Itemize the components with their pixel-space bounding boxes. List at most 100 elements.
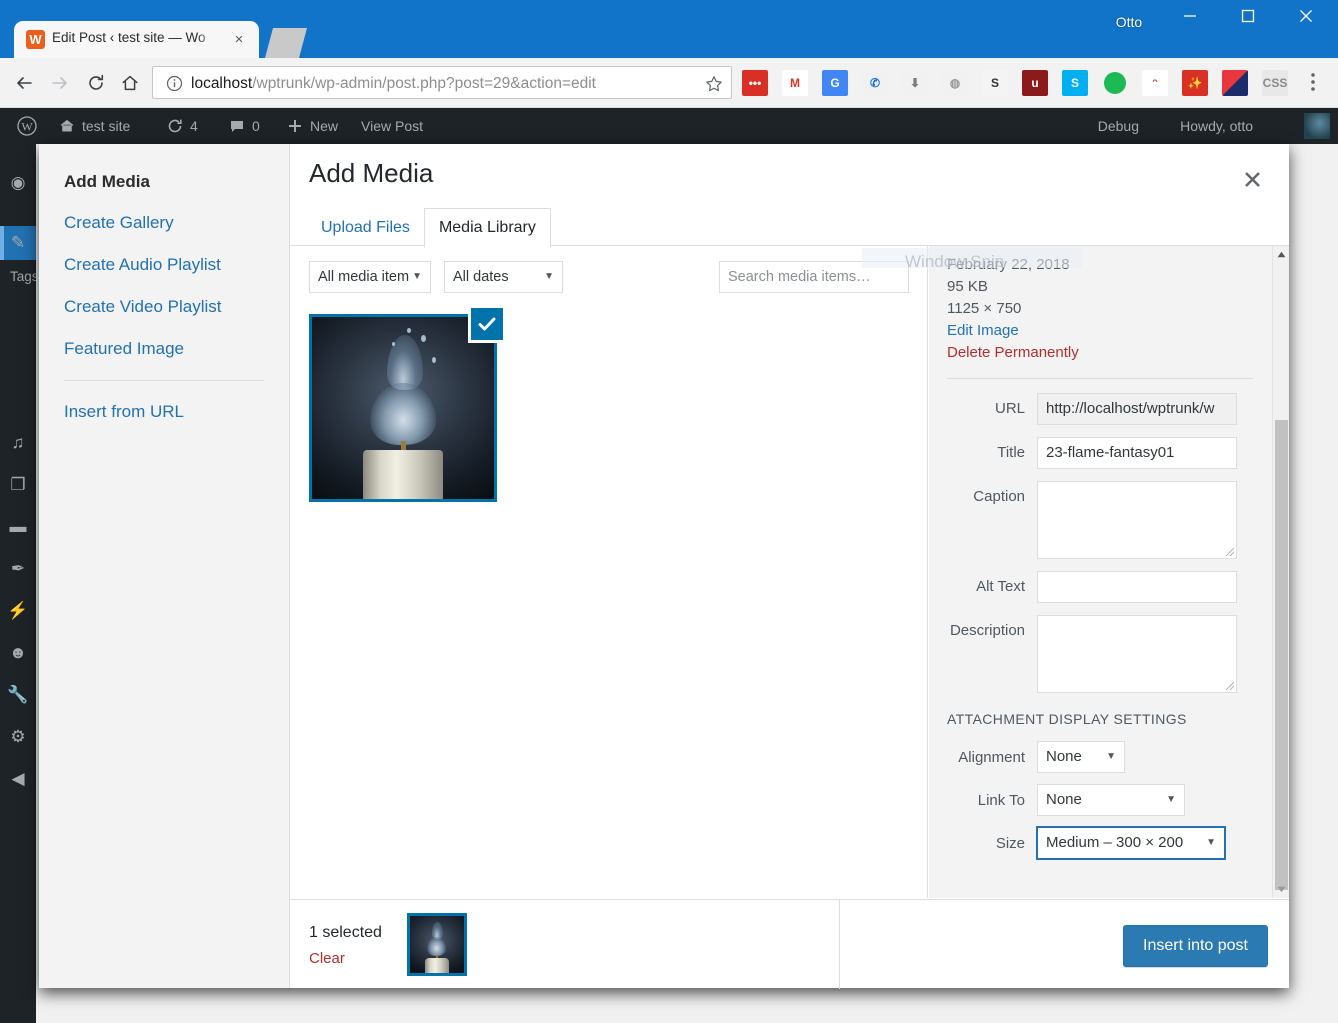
wordpress-logo-icon[interactable]: W (8, 108, 46, 144)
adminbar-comments[interactable]: 0 (220, 108, 269, 144)
caption-field[interactable] (1037, 481, 1237, 559)
cat-extension[interactable]: ᵔ (1142, 70, 1168, 96)
date-filter[interactable]: All dates ▼ (444, 261, 563, 293)
modal-footer: 1 selected Clear Insert into post (290, 899, 1289, 989)
alignment-select[interactable]: None ▼ (1037, 741, 1125, 773)
caption-field-label: Caption (973, 488, 1025, 505)
appearance-icon: ✒ (10, 559, 26, 578)
adminbar-view-post[interactable]: View Post (352, 108, 432, 144)
skype-extension[interactable]: S (1062, 70, 1088, 96)
google-translate-extension[interactable]: G (822, 70, 848, 96)
sidebar-subitem-tags[interactable]: Tags (0, 262, 36, 292)
chevron-down-icon: ▼ (412, 271, 422, 282)
title-field[interactable]: 23-flame-fantasy01 (1037, 437, 1237, 469)
new-tab-button[interactable] (265, 28, 307, 58)
magic-wand-extension[interactable]: ✨ (1182, 70, 1208, 96)
home-icon[interactable] (114, 67, 146, 99)
sidebar-item-plugins[interactable]: ⚡ (0, 594, 36, 628)
sidebar-item-settings[interactable]: ⚙ (0, 720, 36, 754)
media-type-filter[interactable]: All media item ▼ (309, 261, 431, 293)
attachment-item[interactable] (304, 305, 506, 507)
title-field-label: Title (997, 444, 1025, 461)
field-row-caption: Caption (947, 481, 1253, 559)
tab-upload-files[interactable]: Upload Files (307, 209, 424, 247)
sidebar-item-featured-image[interactable]: Featured Image (39, 328, 289, 370)
sidebar-item-insert-from-url[interactable]: Insert from URL (39, 391, 289, 433)
media-type-filter-value: All media item (318, 269, 410, 285)
selection-thumbnail[interactable] (407, 913, 467, 976)
sidebar-item-appearance[interactable]: ✒ (0, 552, 36, 586)
triangle-extension[interactable] (1222, 70, 1248, 96)
delete-permanently-link[interactable]: Delete Permanently (947, 342, 1253, 364)
chrome-menu-icon[interactable] (1303, 68, 1325, 98)
avatar[interactable] (1304, 113, 1330, 139)
css-extension[interactable]: CSS (1262, 70, 1288, 96)
modal-sidebar-menu: Add Media Create Gallery Create Audio Pl… (39, 144, 290, 988)
s-extension[interactable]: S (982, 70, 1008, 96)
edit-image-link[interactable]: Edit Image (947, 320, 1253, 342)
adminbar-new[interactable]: New (278, 108, 347, 144)
sidebar-item-tools[interactable]: 🔧 (0, 678, 36, 712)
sidebar-item-comments[interactable]: ▬ (0, 510, 36, 544)
phone-extension[interactable]: ✆ (862, 70, 888, 96)
adminbar-site-name[interactable]: test site (50, 108, 139, 144)
tab-media-library[interactable]: Media Library (423, 208, 551, 248)
add-media-modal: Add Media Create Gallery Create Audio Pl… (39, 144, 1289, 989)
sidebar-item-collapse-menu[interactable]: ◀ (0, 762, 36, 796)
attachment-details-scroll: February 22, 2018 95 KB 1125 × 750 Edit … (929, 246, 1271, 898)
download-extension[interactable]: ⬇ (902, 70, 928, 96)
attachment-date: February 22, 2018 (947, 256, 1070, 273)
alt-text-field[interactable] (1037, 571, 1237, 603)
link-to-select[interactable]: None ▼ (1037, 784, 1185, 816)
sidebar-item-create-audio-playlist[interactable]: Create Audio Playlist (39, 244, 289, 286)
modal-sidebar-heading: Add Media (64, 172, 150, 191)
bookmark-star-icon[interactable] (705, 75, 723, 93)
attachment-details-pane: February 22, 2018 95 KB 1125 × 750 Edit … (929, 246, 1289, 898)
reload-icon[interactable] (80, 67, 112, 99)
details-scrollbar[interactable] (1272, 246, 1289, 898)
maximize-button[interactable] (1225, 0, 1271, 32)
alignment-value: None (1046, 748, 1082, 765)
clear-selection-link[interactable]: Clear (309, 950, 345, 967)
description-field[interactable] (1037, 615, 1237, 693)
close-icon[interactable] (1235, 162, 1269, 196)
sidebar-item-users[interactable]: ☻ (0, 636, 36, 670)
page-title: Add Media (309, 158, 434, 188)
address-bar[interactable]: localhost/wptrunk/wp-admin/post.php?post… (152, 66, 732, 99)
ublock-origin-extension[interactable]: u (1022, 70, 1048, 96)
ellipsis-extension[interactable]: ••• (742, 70, 768, 96)
gmail-extension[interactable]: M (782, 70, 808, 96)
scroll-down-arrow[interactable] (1273, 881, 1289, 898)
green-dot-extension[interactable] (1102, 70, 1128, 96)
globe-extension[interactable]: ◍ (942, 70, 968, 96)
chevron-down-icon: ▼ (1166, 794, 1176, 805)
size-select[interactable]: Medium – 300 × 200 ▼ (1037, 827, 1225, 859)
sidebar-item-pages[interactable]: ❐ (0, 468, 36, 502)
sidebar-item-media[interactable]: ♫ (0, 426, 36, 460)
scrollbar-thumb[interactable] (1275, 420, 1288, 890)
sidebar-item-dashboard[interactable]: ◉ (0, 166, 36, 200)
close-button[interactable] (1283, 0, 1329, 32)
adminbar-howdy[interactable]: Howdy, otto (1171, 108, 1262, 144)
selected-count: 1 selected (309, 924, 382, 941)
sidebar-item-create-gallery[interactable]: Create Gallery (39, 202, 289, 244)
adminbar-updates[interactable]: 4 (158, 108, 207, 144)
url-field[interactable]: http://localhost/wptrunk/w (1037, 393, 1237, 425)
tab-close-icon[interactable]: × (230, 31, 248, 49)
home-icon (60, 120, 74, 132)
url-field-label: URL (994, 400, 1025, 417)
minimize-button[interactable] (1167, 0, 1213, 32)
adminbar-debug[interactable]: Debug (1089, 108, 1148, 144)
scroll-up-arrow[interactable] (1273, 246, 1289, 263)
sidebar-item-posts[interactable]: ✎ (0, 226, 36, 260)
sidebar-item-create-video-playlist[interactable]: Create Video Playlist (39, 286, 289, 328)
back-arrow-icon[interactable] (8, 67, 40, 99)
posts-icon: ✎ (10, 233, 26, 252)
checkmark-icon[interactable] (468, 305, 506, 343)
size-label: Size (995, 834, 1025, 852)
window-user-label[interactable]: Otto (1104, 10, 1154, 34)
site-info-icon[interactable] (166, 75, 183, 92)
search-input[interactable]: Search media items… (719, 261, 909, 293)
insert-into-post-button[interactable]: Insert into post (1123, 925, 1268, 967)
adminbar-site-label: test site (82, 118, 131, 134)
